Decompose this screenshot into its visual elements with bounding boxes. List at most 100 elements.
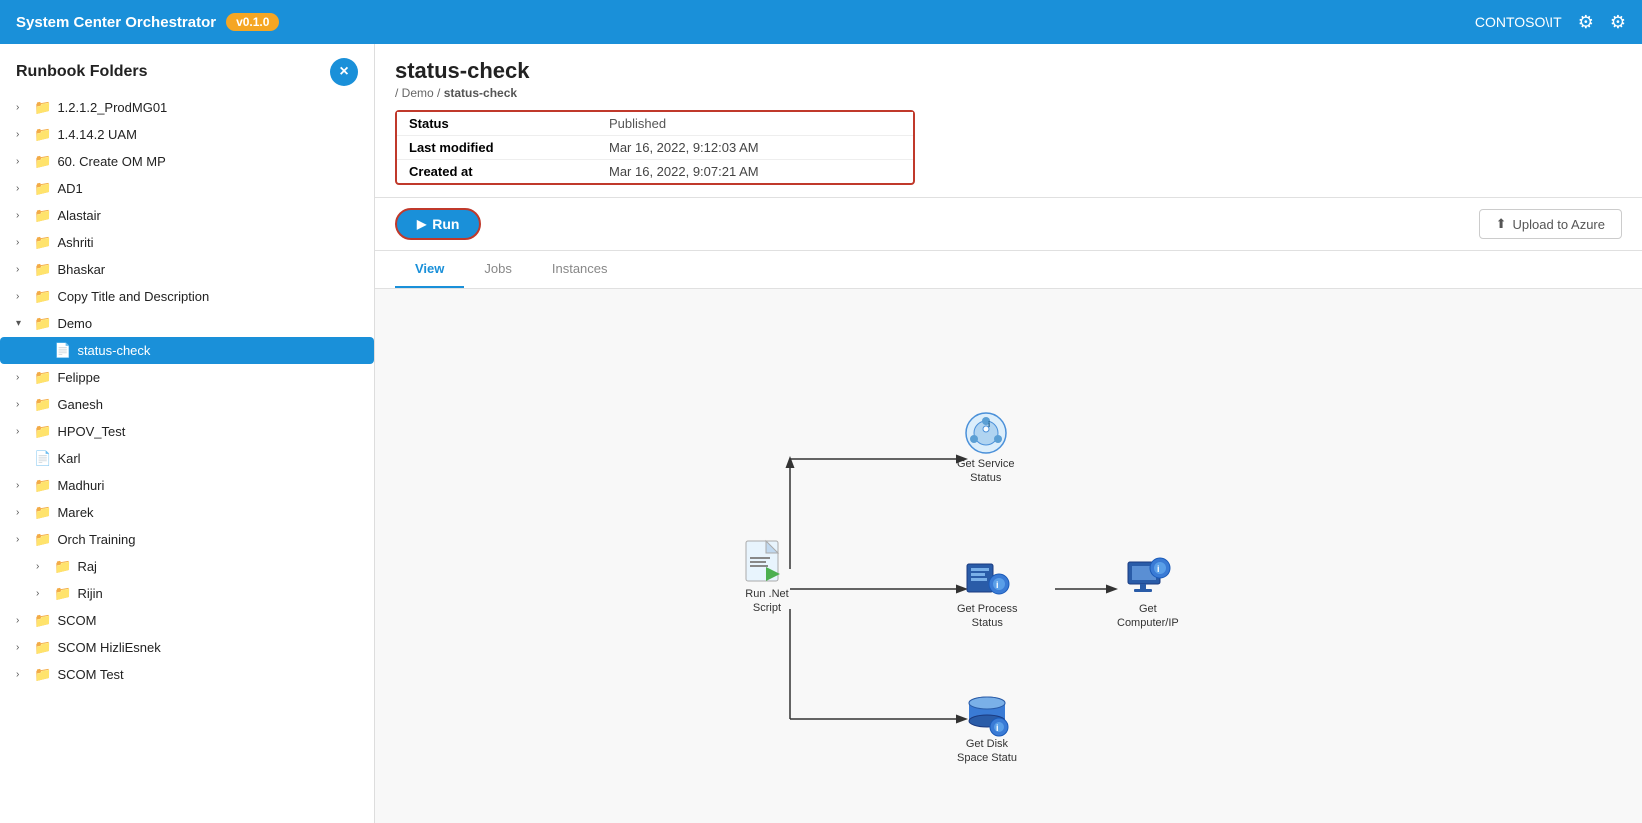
svg-text:i: i bbox=[996, 723, 999, 733]
sidebar-item-folder-hpov[interactable]: ›📁HPOV_Test bbox=[0, 418, 374, 445]
status-label: Status bbox=[409, 116, 609, 131]
breadcrumb: / Demo / status-check bbox=[395, 86, 1622, 100]
sidebar-item-folder-madhuri[interactable]: ›📁Madhuri bbox=[0, 472, 374, 499]
sidebar-item-folder-demo[interactable]: ▾📁Demo bbox=[0, 310, 374, 337]
sidebar-item-folder-ad1[interactable]: › 📁 AD1 bbox=[0, 175, 374, 202]
modified-value: Mar 16, 2022, 9:12:03 AM bbox=[609, 140, 759, 155]
sidebar-item-folder-scom-hizli[interactable]: ›📁SCOM HizliEsnek bbox=[0, 634, 374, 661]
topbar-left: System Center Orchestrator v0.1.0 bbox=[16, 13, 279, 31]
sidebar-item-label: Raj bbox=[77, 559, 366, 574]
chevron-icon: › bbox=[16, 237, 30, 248]
sidebar-item-folder-scom[interactable]: ›📁SCOM bbox=[0, 607, 374, 634]
chevron-icon: › bbox=[16, 156, 30, 167]
breadcrumb-sep2: / bbox=[437, 86, 444, 100]
sidebar-item-label: Marek bbox=[57, 505, 366, 520]
chevron-icon: › bbox=[36, 561, 50, 572]
sidebar-item-folder-copy[interactable]: ›📁Copy Title and Description bbox=[0, 283, 374, 310]
folder-icon: 📁 bbox=[34, 261, 51, 278]
chevron-icon: › bbox=[16, 399, 30, 410]
folder-icon: 📁 bbox=[34, 153, 51, 170]
sidebar-item-folder-60[interactable]: › 📁 60. Create OM MP bbox=[0, 148, 374, 175]
settings-icon[interactable]: ⚙ bbox=[1610, 12, 1626, 33]
sidebar-item-runbook-status-check[interactable]: 📄status-check bbox=[0, 337, 374, 364]
svg-text:i: i bbox=[1157, 564, 1160, 574]
tab-instances[interactable]: Instances bbox=[532, 251, 628, 288]
folder-icon: 📁 bbox=[34, 531, 51, 548]
info-row-status: Status Published bbox=[397, 112, 913, 136]
sidebar-item-label: Copy Title and Description bbox=[57, 289, 366, 304]
node-get-disk-space[interactable]: i Get DiskSpace Statu bbox=[957, 689, 1017, 766]
sidebar-item-folder-scom-test[interactable]: › 📁 SCOM Test bbox=[0, 661, 374, 688]
sidebar-item-label: status-check bbox=[77, 343, 366, 358]
tab-jobs[interactable]: Jobs bbox=[464, 251, 531, 288]
layout: Runbook Folders × ›📁1.2.1.2_ProdMG01›📁1.… bbox=[0, 44, 1642, 823]
sidebar-item-folder-ashriti[interactable]: ›📁Ashriti bbox=[0, 229, 374, 256]
node-get-process-status[interactable]: i Get ProcessStatus bbox=[957, 554, 1018, 631]
sidebar-item-folder-marek[interactable]: ›📁Marek bbox=[0, 499, 374, 526]
sidebar-item-folder-1414[interactable]: ›📁1.4.14.2 UAM bbox=[0, 121, 374, 148]
run-button[interactable]: ▶ Run bbox=[395, 208, 481, 240]
breadcrumb-root[interactable]: Demo bbox=[402, 86, 434, 100]
chevron-icon: › bbox=[16, 669, 30, 680]
sidebar-close-button[interactable]: × bbox=[330, 58, 358, 86]
chevron-icon: › bbox=[16, 129, 30, 140]
folder-icon: 📁 bbox=[54, 585, 71, 602]
folder-icon: 📁 bbox=[34, 207, 51, 224]
info-table: Status Published Last modified Mar 16, 2… bbox=[395, 110, 915, 185]
sidebar-item-folder-ganesh[interactable]: ›📁Ganesh bbox=[0, 391, 374, 418]
created-label: Created at bbox=[409, 164, 609, 179]
chevron-icon: ▾ bbox=[16, 318, 30, 329]
sidebar-item-label: AD1 bbox=[57, 181, 366, 196]
folder-icon: 📁 bbox=[34, 180, 51, 197]
sidebar-item-label: SCOM Test bbox=[57, 667, 366, 682]
chevron-icon: › bbox=[16, 507, 30, 518]
sidebar-list: ›📁1.2.1.2_ProdMG01›📁1.4.14.2 UAM›📁60. Cr… bbox=[0, 94, 374, 823]
chevron-icon: › bbox=[16, 183, 30, 194]
runbook-title: status-check bbox=[395, 58, 1622, 84]
folder-icon: 📁 bbox=[34, 477, 51, 494]
run-button-label: Run bbox=[432, 216, 459, 232]
sidebar-item-folder-alastair[interactable]: ›📁Alastair bbox=[0, 202, 374, 229]
node-get-computer-ip[interactable]: i GetComputer/IP bbox=[1117, 554, 1179, 631]
tabs: View Jobs Instances bbox=[375, 251, 1642, 289]
sidebar-item-label: 1.4.14.2 UAM bbox=[57, 127, 366, 142]
info-row-modified: Last modified Mar 16, 2022, 9:12:03 AM bbox=[397, 136, 913, 160]
sidebar-item-label: 60. Create OM MP bbox=[57, 154, 366, 169]
folder-icon: 📁 bbox=[54, 558, 71, 575]
chevron-icon: › bbox=[16, 291, 30, 302]
chevron-icon: › bbox=[16, 615, 30, 626]
workflow-canvas: Run .NetScript i Get ServiceStatus bbox=[375, 289, 1642, 823]
chevron-icon: › bbox=[16, 642, 30, 653]
folder-icon: 📁 bbox=[34, 666, 51, 683]
sidebar-title: Runbook Folders bbox=[16, 63, 148, 81]
breadcrumb-current: status-check bbox=[444, 86, 517, 100]
sidebar-item-label: Felippe bbox=[57, 370, 366, 385]
chevron-icon: › bbox=[16, 102, 30, 113]
folder-icon: 📁 bbox=[34, 396, 51, 413]
tab-view[interactable]: View bbox=[395, 251, 464, 288]
sidebar-item-folder-felippe[interactable]: ›📁Felippe bbox=[0, 364, 374, 391]
sidebar: Runbook Folders × ›📁1.2.1.2_ProdMG01›📁1.… bbox=[0, 44, 375, 823]
sidebar-item-label: 1.2.1.2_ProdMG01 bbox=[57, 100, 366, 115]
sidebar-item-folder-rijin[interactable]: ›📁Rijin bbox=[0, 580, 374, 607]
sidebar-item-label: Alastair bbox=[57, 208, 366, 223]
preferences-icon[interactable]: ⚙ bbox=[1578, 12, 1594, 33]
upload-azure-button[interactable]: ⬆ Upload to Azure bbox=[1479, 209, 1622, 239]
svg-text:i: i bbox=[988, 420, 990, 429]
sidebar-item-folder-bhaskar[interactable]: ›📁Bhaskar bbox=[0, 256, 374, 283]
sidebar-item-folder-karl[interactable]: 📄Karl bbox=[0, 445, 374, 472]
node-get-service-status[interactable]: i Get ServiceStatus bbox=[957, 409, 1014, 486]
sidebar-item-folder-orch[interactable]: ›📁Orch Training bbox=[0, 526, 374, 553]
folder-icon: 📁 bbox=[34, 612, 51, 629]
chevron-icon: › bbox=[16, 480, 30, 491]
info-row-created: Created at Mar 16, 2022, 9:07:21 AM bbox=[397, 160, 913, 183]
folder-icon: 📁 bbox=[34, 423, 51, 440]
upload-button-label: Upload to Azure bbox=[1512, 217, 1605, 232]
folder-icon: 📁 bbox=[34, 99, 51, 116]
sidebar-item-folder-raj[interactable]: › 📁 Raj bbox=[0, 553, 374, 580]
sidebar-item-folder-1212[interactable]: › 📁 1.2.1.2_ProdMG01 bbox=[0, 94, 374, 121]
app-title: System Center Orchestrator bbox=[16, 14, 216, 31]
node-run-net-script[interactable]: Run .NetScript bbox=[740, 539, 794, 616]
chevron-icon: › bbox=[16, 534, 30, 545]
chevron-icon: › bbox=[36, 588, 50, 599]
